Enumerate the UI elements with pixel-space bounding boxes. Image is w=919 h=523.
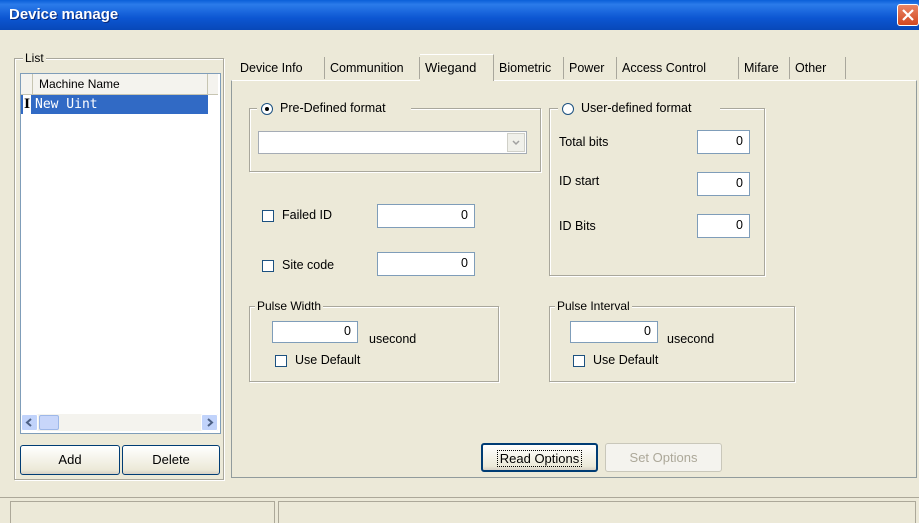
title-bar[interactable]: Device manage [0, 0, 919, 30]
radio-selected-dot [265, 107, 269, 111]
pulse-width-use-default-label: Use Default [295, 353, 361, 367]
add-button[interactable]: Add [20, 445, 120, 475]
failed-id-input[interactable]: 0 [377, 204, 475, 228]
predefined-format-radio[interactable] [261, 103, 273, 115]
read-options-button[interactable]: Read Options [481, 443, 598, 472]
id-start-label: ID start [559, 174, 600, 188]
device-manage-window: Device manage List Machine Name I New Ui… [0, 0, 919, 523]
combo-dropdown-button[interactable] [507, 133, 525, 152]
set-options-label: Set Options [629, 450, 698, 465]
total-bits-label: Total bits [559, 135, 609, 149]
list-legend: List [23, 51, 46, 65]
tab-communition[interactable]: Communition [325, 57, 420, 79]
add-button-label: Add [58, 452, 82, 467]
id-bits-label: ID Bits [559, 219, 596, 233]
tab-access-control[interactable]: Access Control [617, 57, 739, 79]
site-code-input[interactable]: 0 [377, 252, 475, 276]
tab-wiegand[interactable]: Wiegand [420, 54, 494, 81]
failed-id-checkbox[interactable] [262, 210, 274, 222]
status-pane-left [10, 501, 275, 523]
close-button[interactable] [897, 4, 919, 26]
pulse-interval-use-default-label: Use Default [593, 353, 659, 367]
pulse-interval-unit: usecond [667, 332, 715, 346]
site-code-checkbox[interactable] [262, 260, 274, 272]
pulse-width-unit: usecond [369, 332, 417, 346]
tab-other[interactable]: Other [790, 57, 846, 79]
site-code-label: Site code [282, 258, 335, 272]
pulse-width-legend: Pulse Width [255, 299, 324, 313]
scroll-left-button[interactable] [21, 414, 38, 431]
pulse-width-input[interactable]: 0 [272, 321, 358, 343]
list-item[interactable]: I New Uint [21, 95, 208, 114]
list-header-filler [208, 74, 218, 94]
list-item-marker: I [23, 95, 31, 114]
pulse-interval-use-default-checkbox[interactable] [573, 355, 585, 367]
scroll-right-button[interactable] [201, 414, 218, 431]
tab-biometric[interactable]: Biometric [494, 57, 564, 79]
column-header-machine-name[interactable]: Machine Name [33, 74, 208, 94]
userdefined-format-radio-row[interactable]: User-defined format [558, 101, 720, 117]
predefined-format-radio-row[interactable]: Pre-Defined format [257, 101, 411, 117]
id-bits-input[interactable]: 0 [697, 214, 750, 238]
chevron-right-icon [207, 418, 214, 427]
list-header: Machine Name [21, 74, 218, 95]
tab-device-info[interactable]: Device Info [235, 57, 325, 79]
tab-label: Mifare [744, 61, 779, 75]
predefined-format-combo[interactable] [258, 131, 527, 154]
close-icon [902, 9, 914, 21]
userdefined-format-label: User-defined format [581, 101, 692, 115]
tab-label: Communition [330, 61, 404, 75]
pulse-interval-legend: Pulse Interval [555, 299, 632, 313]
tab-power[interactable]: Power [564, 57, 617, 79]
list-item-name: New Uint [35, 97, 98, 112]
tab-label: Access Control [622, 61, 707, 75]
pulse-interval-input[interactable]: 0 [570, 321, 658, 343]
tab-label: Wiegand [425, 60, 477, 75]
status-bar [0, 497, 919, 523]
id-start-input[interactable]: 0 [697, 172, 750, 196]
tab-mifare[interactable]: Mifare [739, 57, 790, 79]
set-options-button[interactable]: Set Options [605, 443, 722, 472]
total-bits-input[interactable]: 0 [697, 130, 750, 154]
chevron-down-icon [512, 140, 520, 146]
delete-button[interactable]: Delete [122, 445, 220, 475]
scroll-thumb[interactable] [39, 415, 59, 430]
chevron-left-icon [25, 418, 32, 427]
failed-id-label: Failed ID [282, 208, 333, 222]
read-options-label: Read Options [496, 450, 583, 467]
status-pane-right [278, 501, 916, 523]
tab-label: Other [795, 61, 827, 75]
pulse-width-use-default-checkbox[interactable] [275, 355, 287, 367]
delete-button-label: Delete [152, 452, 190, 467]
tab-label: Power [569, 61, 605, 75]
tab-label: Biometric [499, 61, 552, 75]
userdefined-format-radio[interactable] [562, 103, 574, 115]
window-title: Device manage [9, 6, 119, 23]
predefined-format-label: Pre-Defined format [280, 101, 386, 115]
tab-label: Device Info [240, 61, 303, 75]
list-horizontal-scrollbar[interactable] [21, 414, 218, 431]
list-header-spacer [21, 74, 33, 94]
machine-list[interactable]: Machine Name I New Uint [20, 73, 221, 434]
